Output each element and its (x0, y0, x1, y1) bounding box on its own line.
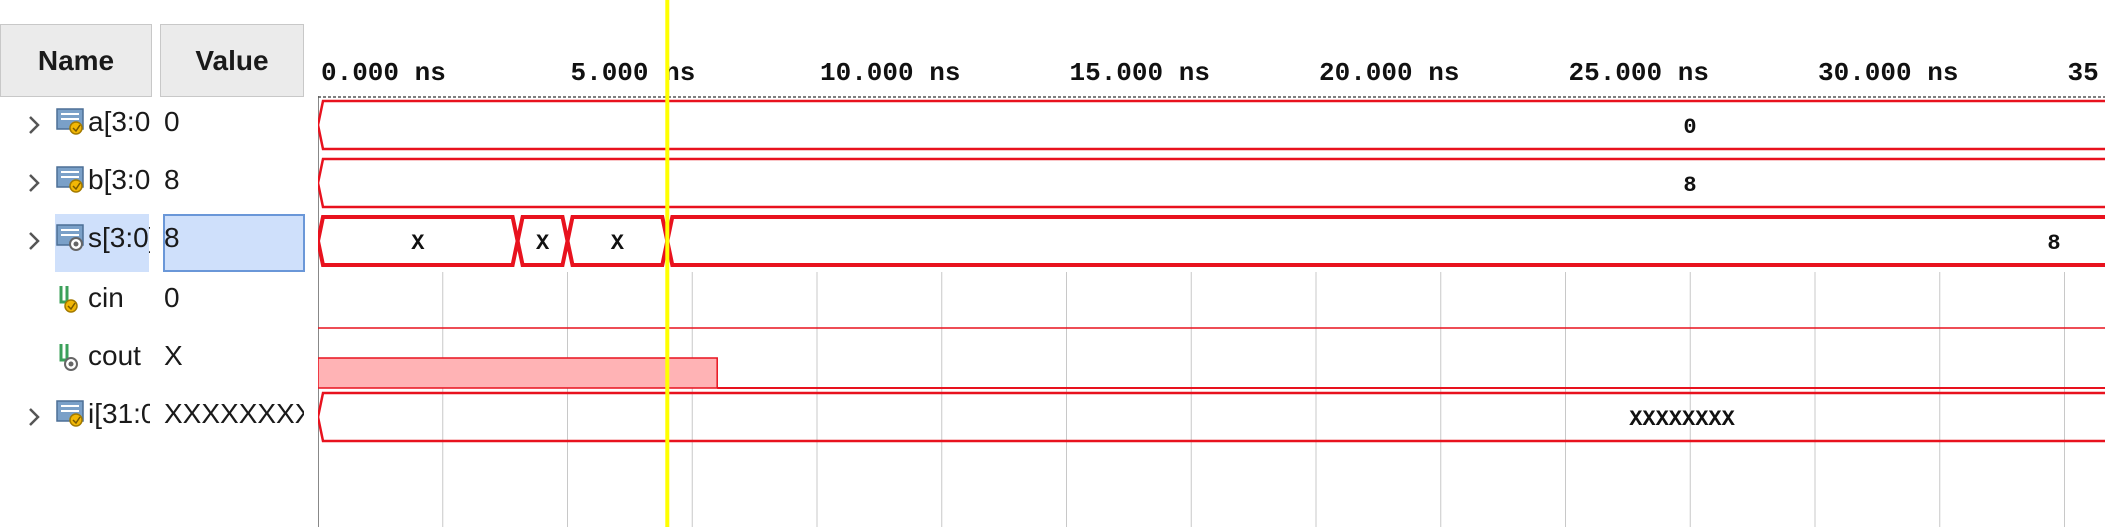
time-axis-label: 20.000 ns (1319, 58, 1459, 88)
signal-value: X (164, 340, 183, 371)
expand-chevron-icon[interactable] (20, 226, 50, 256)
expand-chevron-icon[interactable] (20, 110, 50, 140)
time-axis-label: 30.000 ns (1818, 58, 1958, 88)
waveform-area[interactable]: 0.000 ns 5.000 ns 10.000 ns 15.000 ns 20.000… (318, 0, 2105, 527)
signal-name: i[31:0] (88, 398, 150, 429)
signal-value: 0 (164, 106, 180, 137)
s-wave-value-label: X (536, 231, 550, 256)
signal-name: b[3:0] (88, 164, 150, 195)
name-column-header[interactable]: Name (0, 24, 152, 97)
i-wave-value-label: XXXXXXXX (1629, 407, 1735, 432)
time-axis-label: 10.000 ns (820, 58, 960, 88)
a-wave-value-label: 0 (1683, 115, 1696, 140)
signal-row[interactable]: b[3:0] 8 (0, 156, 318, 214)
time-axis-label: 0.000 ns (321, 58, 446, 88)
signal-row[interactable]: cout X (0, 332, 318, 390)
signal-row[interactable]: s[3:0] 8 (0, 214, 318, 272)
signal-name: s[3:0] (88, 222, 150, 253)
s-wave-value-label: X (411, 231, 425, 256)
signal-name: a[3:0] (88, 106, 150, 137)
signal-name: cin (88, 282, 124, 313)
i-wave-bus-segment (318, 391, 2105, 443)
bus-input-icon (55, 106, 89, 140)
waveform-viewer: Name Value a[3:0] 0 b[3:0] 8 s[3:0] 8 cin 0 cout… (0, 0, 2105, 527)
bus-output-icon (55, 222, 89, 256)
signal-row[interactable]: a[3:0] 0 (0, 98, 318, 156)
bit-input-icon (55, 282, 89, 316)
signal-value: 0 (164, 282, 180, 313)
time-axis-label: 5.000 ns (571, 58, 696, 88)
time-axis-label: 35 (2068, 58, 2099, 88)
a-wave-bus-segment (318, 99, 2105, 151)
time-axis-label: 15.000 ns (1070, 58, 1210, 88)
b-wave-value-label: 8 (1683, 173, 1696, 198)
bus-input-icon (55, 164, 89, 198)
s-wave-value-label: 8 (2047, 231, 2060, 256)
signal-row[interactable]: i[31:0] XXXXXXXX (0, 390, 318, 448)
value-column-header[interactable]: Value (160, 24, 304, 97)
b-wave-bus-segment (318, 157, 2105, 209)
signal-row[interactable]: cin 0 (0, 274, 318, 332)
cout-unknown-band (318, 357, 718, 389)
signal-value: 8 (164, 222, 180, 253)
signal-value: 8 (164, 164, 180, 195)
expand-chevron-icon[interactable] (20, 402, 50, 432)
time-axis-label: 25.000 ns (1569, 58, 1709, 88)
s-wave-value-label: X (611, 231, 625, 256)
s-wave-segment (665, 215, 2105, 267)
bus-input-icon (55, 398, 89, 432)
signal-value: XXXXXXXX (164, 398, 304, 429)
bit-output-icon (55, 340, 89, 374)
signal-name: cout (88, 340, 141, 371)
expand-chevron-icon[interactable] (20, 168, 50, 198)
